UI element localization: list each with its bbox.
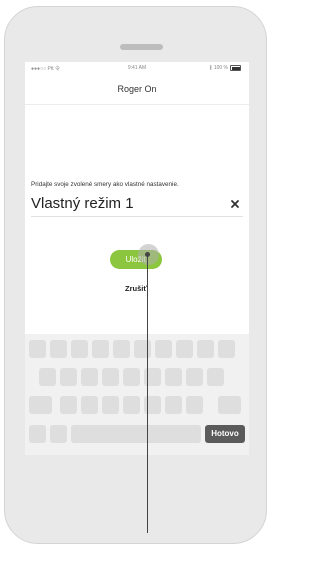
instruction-text: Pridajte svoje zvolené smery ako vlastné… xyxy=(31,181,179,188)
globe-key[interactable] xyxy=(50,425,67,443)
navigation-bar: Roger On xyxy=(25,74,249,105)
keyboard-key[interactable] xyxy=(123,368,140,386)
keyboard-key[interactable] xyxy=(197,340,214,358)
keyboard-key[interactable] xyxy=(102,396,119,414)
keyboard-key[interactable] xyxy=(134,340,151,358)
keyboard-key[interactable] xyxy=(81,368,98,386)
keyboard: Hotovo xyxy=(25,334,249,455)
keyboard-key[interactable] xyxy=(165,396,182,414)
speaker-grille xyxy=(120,44,163,50)
keyboard-key[interactable] xyxy=(29,340,46,358)
keyboard-key[interactable] xyxy=(60,396,77,414)
keyboard-key[interactable] xyxy=(155,340,172,358)
keyboard-key[interactable] xyxy=(39,368,56,386)
clear-icon[interactable] xyxy=(229,197,241,209)
battery-status: ∦ 100 % xyxy=(209,65,241,71)
keyboard-key[interactable] xyxy=(186,368,203,386)
app-screen: ●●●○○ Ptt 令 9:41 AM ∦ 100 % Roger On Pri… xyxy=(25,62,249,455)
status-bar: ●●●○○ Ptt 令 9:41 AM ∦ 100 % xyxy=(25,62,249,74)
keyboard-key[interactable] xyxy=(176,340,193,358)
shift-key[interactable] xyxy=(29,396,52,414)
keyboard-key[interactable] xyxy=(123,396,140,414)
keyboard-key[interactable] xyxy=(218,340,235,358)
keyboard-key[interactable] xyxy=(113,340,130,358)
callout-dot xyxy=(145,252,150,257)
keyboard-key[interactable] xyxy=(102,368,119,386)
battery-percent: 100 % xyxy=(213,65,228,71)
field-underline xyxy=(31,216,243,217)
keyboard-key[interactable] xyxy=(92,340,109,358)
space-key[interactable] xyxy=(71,425,201,443)
numbers-key[interactable] xyxy=(29,425,46,443)
mode-name-field[interactable]: Vlastný režim 1 xyxy=(31,193,243,213)
keyboard-key[interactable] xyxy=(186,396,203,414)
keyboard-key[interactable] xyxy=(71,340,88,358)
bluetooth-icon: ∦ xyxy=(209,65,212,71)
backspace-key[interactable] xyxy=(218,396,241,414)
keyboard-key[interactable] xyxy=(165,368,182,386)
cancel-button[interactable]: Zrušiť xyxy=(110,284,162,293)
callout-line xyxy=(147,254,148,533)
keyboard-key[interactable] xyxy=(60,368,77,386)
done-key[interactable]: Hotovo xyxy=(205,425,245,443)
keyboard-key[interactable] xyxy=(207,368,224,386)
page-title: Roger On xyxy=(117,84,157,94)
battery-icon xyxy=(230,65,241,71)
keyboard-key[interactable] xyxy=(50,340,67,358)
keyboard-key[interactable] xyxy=(81,396,98,414)
mode-name-value[interactable]: Vlastný režim 1 xyxy=(31,195,134,212)
